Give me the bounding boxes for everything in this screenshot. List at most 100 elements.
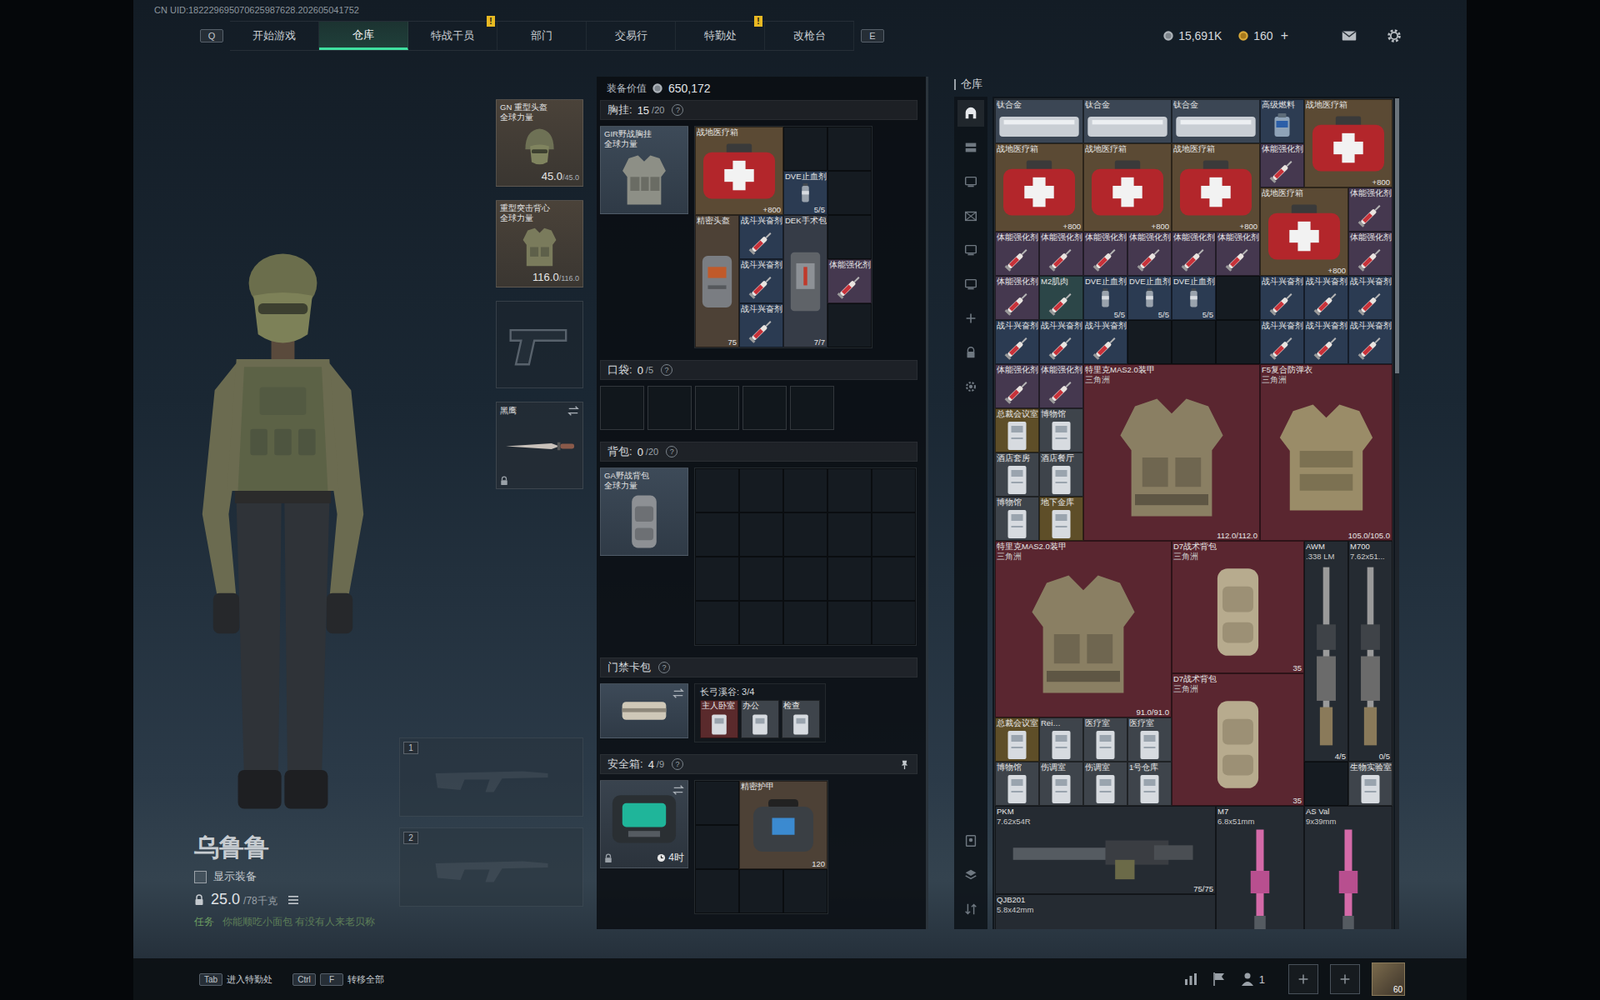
inventory-item[interactable]: 体能强化剂 [1348,231,1393,276]
inventory-item[interactable]: 战斗兴奋剂 [1304,275,1349,320]
inventory-item[interactable]: D7战术背包三角洲35 [1171,673,1305,806]
empty-slot[interactable] [827,303,872,348]
pistol-slot[interactable] [495,300,584,389]
inventory-item[interactable]: 战斗兴奋剂 [739,215,784,260]
inventory-item[interactable]: 体能强化剂 [1127,231,1172,276]
inventory-item[interactable]: DVE止血剂5/5 [1083,275,1128,320]
inventory-item[interactable]: 体能强化剂 [1039,364,1084,409]
inventory-item[interactable]: 体能强化剂 [827,259,872,304]
empty-slot[interactable] [739,869,784,914]
empty-slot[interactable] [871,600,916,645]
inventory-item[interactable]: 战地医疗箱+800 [1304,99,1393,188]
inventory-item[interactable]: M7007.62x51...0/5 [1348,540,1393,762]
empty-slot[interactable] [1215,320,1260,365]
nav-tab[interactable]: 改枪台 [765,21,855,50]
inventory-item[interactable]: 特里克MAS2.0装甲三角洲91.0/91.0 [995,540,1172,718]
nav-tab[interactable]: 开始游戏 [230,21,320,50]
inventory-item[interactable]: 伤调室 [1039,761,1084,806]
inventory-item[interactable]: 体能强化剂 [1039,231,1084,276]
inventory-item[interactable]: 战斗兴奋剂 [1348,320,1393,365]
empty-slot[interactable] [783,512,828,557]
swap-icon[interactable] [672,784,685,796]
melee-slot[interactable]: 黑鹰 [495,401,584,490]
inventory-item[interactable]: F5复合防弹衣三角洲105.0/105.0 [1260,364,1393,541]
inventory-item[interactable]: DEK手术包7/7 [783,215,828,348]
inventory-item[interactable]: 医疗室 [1083,717,1128,762]
inventory-item[interactable]: 体能强化剂 [995,364,1040,409]
sidebar-item[interactable] [957,305,985,332]
pocket-slot[interactable] [647,385,692,430]
empty-slot[interactable] [827,512,872,557]
inventory-item[interactable]: 体能强化剂 [1215,231,1260,276]
help-button[interactable]: ? [671,758,684,770]
empty-slot[interactable] [783,600,828,645]
help-button[interactable]: ? [671,104,684,116]
inventory-item[interactable]: QJB2015.8x42mm [995,894,1216,930]
empty-slot[interactable] [783,869,828,914]
inventory-item[interactable]: 伤调室 [1083,761,1128,806]
helmet-slot[interactable]: GN 重型头盔全球力量45.0/45.0 [495,99,584,187]
inventory-item[interactable]: 体能强化剂 [1083,231,1128,276]
show-gear-toggle[interactable]: 显示装备 [194,869,400,885]
empty-slot[interactable] [827,556,872,601]
empty-slot[interactable] [827,468,872,513]
empty-slot[interactable] [871,468,916,513]
empty-slot[interactable] [1304,761,1349,806]
inventory-item[interactable]: 钛合金 [1083,99,1172,144]
help-button[interactable]: ? [665,445,678,458]
empty-slot[interactable] [1171,320,1216,365]
backpack-tile[interactable]: GA野战背包全球力量 [600,467,689,556]
safebox-tile[interactable]: 4时 [600,780,689,869]
list-icon[interactable] [287,894,300,906]
inventory-item[interactable]: 博物馆 [1039,408,1084,453]
inventory-item[interactable]: 体能强化剂 [995,231,1040,276]
empty-slot[interactable] [739,468,784,513]
empty-slot[interactable] [739,600,784,645]
help-button[interactable]: ? [660,364,673,376]
sidebar-item[interactable] [957,168,985,195]
inventory-item[interactable]: M2肌肉 [1039,275,1084,320]
armor-slot[interactable]: 重型突击背心全球力量116.0/116.0 [495,200,584,288]
inventory-item[interactable]: 医疗室 [1127,717,1172,762]
sidebar-item[interactable] [957,202,985,230]
stats-icon[interactable] [1182,970,1200,988]
pocket-slot[interactable] [790,385,835,430]
empty-slot[interactable] [783,556,828,601]
inventory-item[interactable]: 战斗兴奋剂 [1260,275,1305,320]
sidebar-item[interactable] [957,827,985,855]
inventory-item[interactable]: 酒店餐厅 [1039,452,1084,497]
inventory-item[interactable]: Rei… [1039,717,1084,762]
empty-slot[interactable] [695,556,740,601]
flag-icon[interactable] [1210,970,1228,988]
inventory-item[interactable]: 体能强化剂 [1260,143,1305,188]
inventory-item[interactable]: 1号仓库 [1127,761,1172,806]
inventory-item[interactable]: 精密头盔75 [695,215,740,348]
empty-slot[interactable] [827,126,872,171]
inventory-item[interactable]: 地下金库 [1039,496,1084,541]
sidebar-item[interactable] [957,270,985,298]
inventory-item[interactable]: 战斗兴奋剂 [1304,320,1349,365]
inventory-item[interactable]: 战斗兴奋剂 [1039,320,1084,365]
invite-slot[interactable] [1330,964,1360,995]
inventory-item[interactable]: 酒店套房 [995,452,1040,497]
squad-count[interactable]: 1 [1239,970,1265,988]
empty-slot[interactable] [783,126,828,171]
key-hint[interactable]: CtrlF转移全部 [292,973,385,986]
inventory-item[interactable]: 生物实验室 [1348,761,1393,806]
mail-icon[interactable] [1340,26,1359,45]
empty-slot[interactable] [871,512,916,557]
inventory-item[interactable]: DVE止血剂5/5 [1171,275,1216,320]
inventory-item[interactable]: 战斗兴奋剂 [739,303,784,348]
inventory-item[interactable]: DVE止血剂5/5 [1127,275,1172,320]
empty-slot[interactable] [695,869,740,914]
chest-rig-tile[interactable]: GIR野战胸挂全球力量 [600,125,689,215]
inventory-item[interactable]: 钛合金 [1171,99,1260,144]
sidebar-item[interactable] [957,134,985,161]
inventory-item[interactable]: 战地医疗箱+800 [1260,187,1349,276]
empty-slot[interactable] [695,512,740,557]
inventory-item[interactable]: AWM.338 LM4/5 [1304,540,1349,762]
keycard[interactable]: 主人卧室 [700,700,739,739]
pin-icon[interactable] [899,759,910,770]
empty-slot[interactable] [871,556,916,601]
sidebar-item[interactable] [957,236,985,264]
